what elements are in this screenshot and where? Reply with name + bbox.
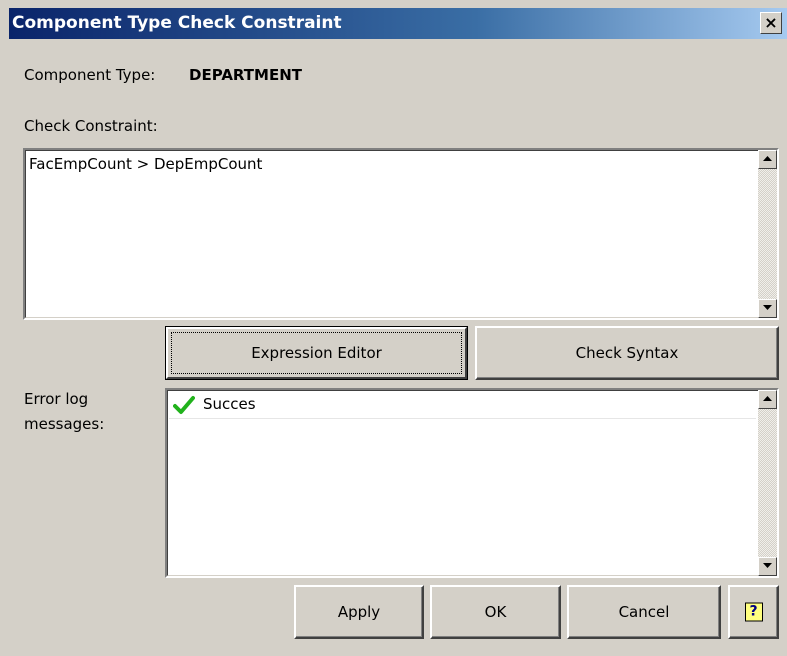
component-type-value: DEPARTMENT	[189, 66, 302, 84]
apply-label: Apply	[337, 603, 381, 621]
check-constraint-textarea[interactable]: FacEmpCount > DepEmpCount	[23, 148, 779, 320]
checkmark-icon	[173, 396, 195, 414]
ok-label: OK	[484, 603, 507, 621]
scroll-up-button[interactable]	[758, 150, 777, 169]
check-constraint-dialog: Component Type Check Constraint × Compon…	[0, 0, 787, 656]
apply-button[interactable]: Apply	[294, 585, 424, 639]
arrow-up-icon	[763, 396, 772, 401]
expression-editor-label: Expression Editor	[251, 344, 382, 362]
arrow-down-icon	[763, 563, 772, 568]
check-syntax-button[interactable]: Check Syntax	[475, 326, 779, 380]
help-icon: ?	[744, 602, 763, 622]
scroll-up-button[interactable]	[758, 390, 777, 409]
component-type-label: Component Type:	[24, 66, 156, 84]
expression-editor-button[interactable]: Expression Editor	[165, 326, 468, 380]
error-log-label-line2: messages:	[24, 415, 105, 433]
close-icon: ×	[764, 13, 778, 32]
arrow-up-icon	[763, 156, 772, 161]
list-item[interactable]: Succes	[169, 392, 756, 419]
help-button[interactable]: ?	[728, 585, 779, 639]
close-button[interactable]: ×	[760, 12, 782, 34]
check-constraint-scrollbar[interactable]	[758, 150, 777, 318]
error-log-scrollbar[interactable]	[758, 390, 777, 576]
scroll-down-button[interactable]	[758, 557, 777, 576]
scroll-down-button[interactable]	[758, 299, 777, 318]
check-constraint-text: FacEmpCount > DepEmpCount	[29, 155, 263, 173]
log-message-text: Succes	[203, 395, 256, 413]
ok-button[interactable]: OK	[430, 585, 561, 639]
check-syntax-label: Check Syntax	[575, 344, 679, 362]
window-titlebar[interactable]: Component Type Check Constraint	[9, 8, 787, 39]
window-title: Component Type Check Constraint	[12, 13, 342, 33]
cancel-label: Cancel	[618, 603, 670, 621]
error-log-list[interactable]: Succes	[165, 388, 779, 578]
cancel-button[interactable]: Cancel	[567, 585, 721, 639]
check-constraint-label: Check Constraint:	[24, 117, 158, 135]
arrow-down-icon	[763, 305, 772, 310]
error-log-label-line1: Error log	[24, 390, 89, 408]
